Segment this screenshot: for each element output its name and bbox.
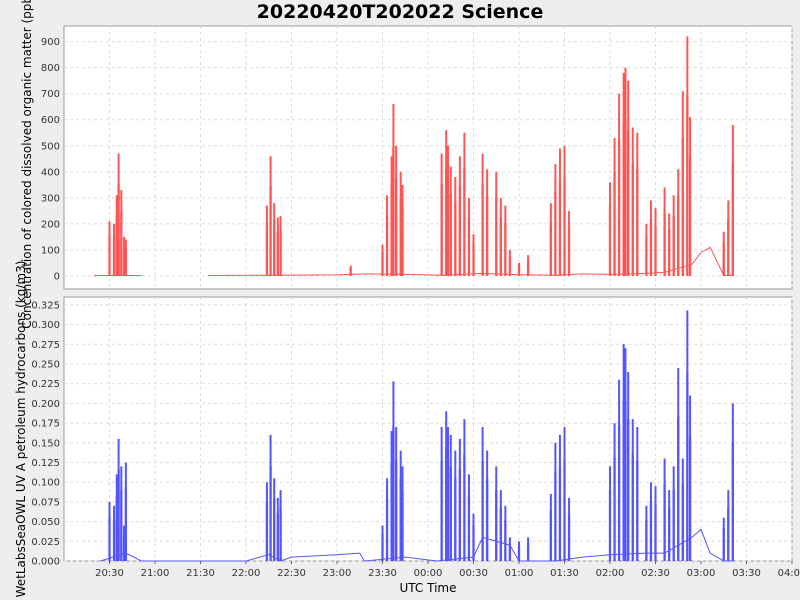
y-tick-label: 0.000 [31,557,60,568]
x-tick-label: 02:30 [641,568,670,579]
y-axis-label: WetLabsSeaOWL UV A petroleum hydrocarbon… [14,261,28,598]
x-tick-label: 03:30 [732,568,761,579]
y-tick-label: 500 [41,141,60,152]
y-tick-label: 0.025 [31,537,60,548]
x-tick-label: 00:30 [459,568,488,579]
y-tick-label: 0.125 [31,458,60,469]
x-tick-label: 22:00 [232,568,261,579]
x-tick-label: 20:30 [95,568,124,579]
y-tick-label: 0.300 [31,320,60,331]
x-tick-label: 03:00 [687,568,716,579]
x-tick-label: 21:00 [141,568,170,579]
y-tick-label: 0.250 [31,359,60,370]
x-tick-label: 00:00 [414,568,443,579]
y-tick-label: 800 [41,63,60,74]
x-tick-label: 02:00 [596,568,625,579]
y-tick-label: 600 [41,115,60,126]
x-tick-label: 23:00 [323,568,352,579]
y-tick-label: 900 [41,37,60,48]
x-tick-label: 01:30 [550,568,579,579]
x-tick-label: 22:30 [277,568,306,579]
x-axis-label: UTC Time [400,581,457,595]
y-tick-label: 0.325 [31,300,60,311]
x-tick-label: 21:30 [186,568,215,579]
y-tick-label: 0.075 [31,497,60,508]
x-tick-label: 23:30 [368,568,397,579]
cdom-panel: 0100200300400500600700800900Concentratio… [20,0,793,329]
y-tick-label: 400 [41,167,60,178]
y-tick-label: 0.100 [31,478,60,489]
y-tick-label: 0.175 [31,419,60,430]
y-tick-label: 0.225 [31,379,60,390]
x-tick-label: 01:00 [505,568,534,579]
y-tick-label: 700 [41,89,60,100]
science-chart: 20220420T202022 Science 0 100 200 300 400 500… [14,0,800,598]
y-tick-label: 100 [41,245,60,256]
x-tick-label: 04:00 [778,568,800,579]
petroleum-panel: 0.000 0.025 0.050 0.075 0.100 0.125 0.150 0.175… [14,261,800,598]
y-tick-label: 0.200 [31,399,60,410]
y-tick-label: 200 [41,219,60,230]
y-tick-label: 300 [41,193,60,204]
y-tick-label: 0.050 [31,517,60,528]
y-tick-label: 0.150 [31,438,60,449]
chart-title: 20220420T202022 Science [257,1,544,23]
y-tick-label: 0 [54,271,60,282]
y-tick-label: 0.275 [31,340,60,351]
